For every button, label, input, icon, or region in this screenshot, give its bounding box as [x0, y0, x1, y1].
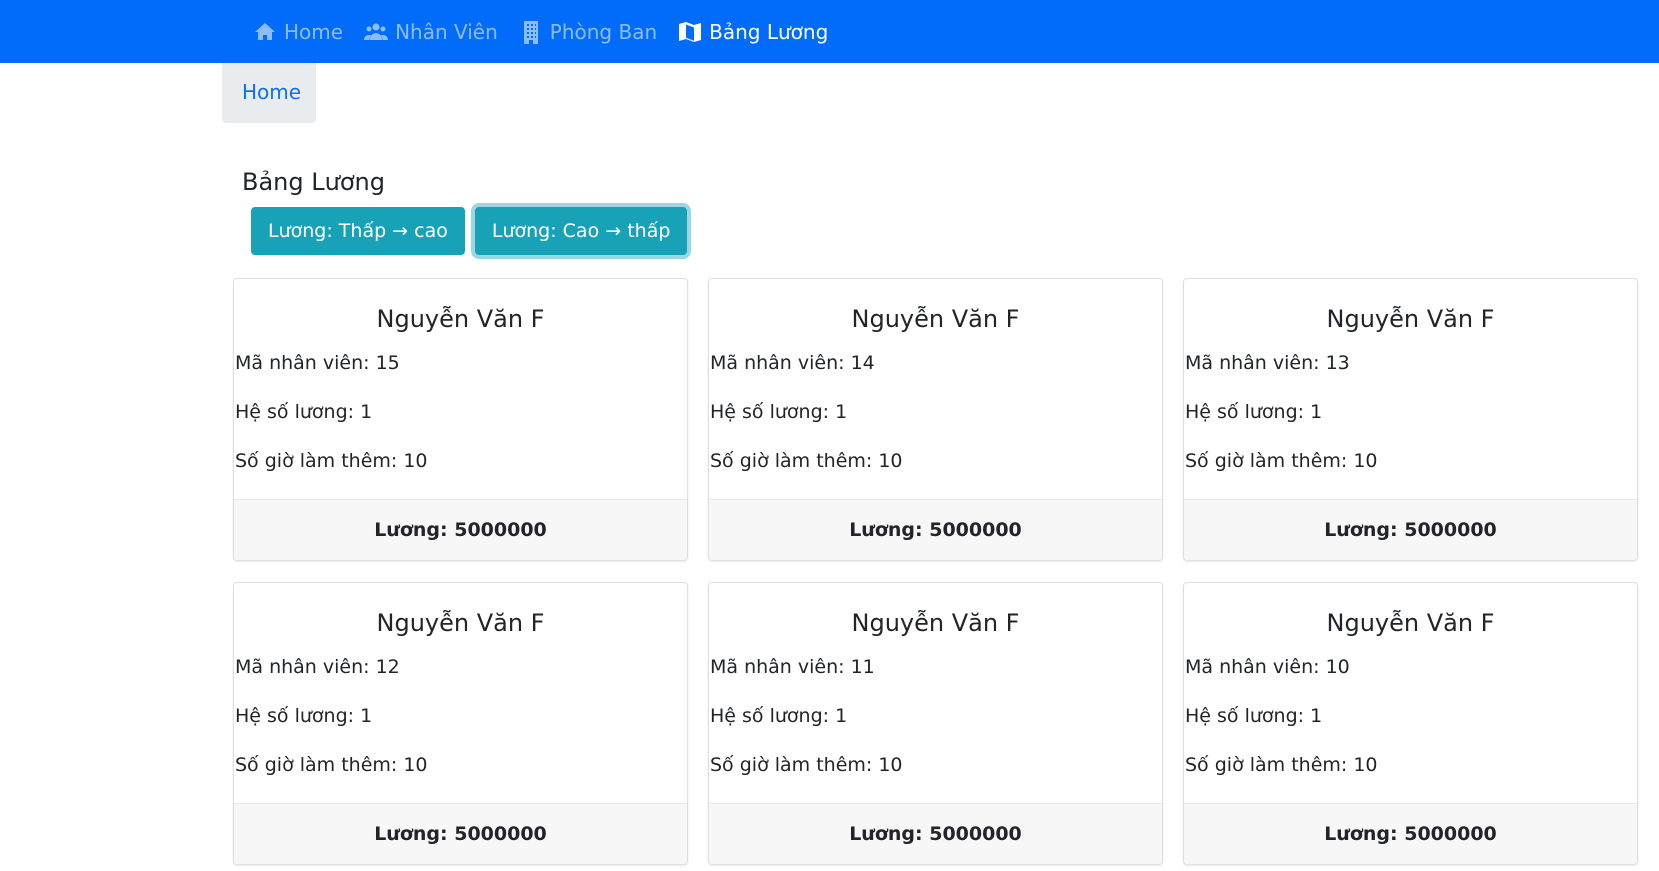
sort-salary-descending-button[interactable]: Lương: Cao → thấp: [474, 207, 688, 255]
employee-name: Nguyễn Văn F: [376, 305, 545, 333]
salary-coefficient: Hệ số lương: 1: [235, 401, 373, 424]
nav-item-label: Phòng Ban: [549, 19, 658, 44]
sort-salary-ascending-button[interactable]: Lương: Thấp → cao: [251, 207, 465, 255]
nav-item-label: Nhân Viên: [395, 19, 498, 44]
salary-total: Lương: 5000000: [1184, 803, 1637, 864]
nav-item-label: Bảng Lương: [709, 19, 829, 44]
nav-item-home[interactable]: Home: [252, 19, 343, 45]
salary-coefficient: Hệ số lương: 1: [1185, 705, 1323, 728]
salary-card: Nguyễn Văn F Mã nhân viên: 12 Hệ số lươn…: [233, 582, 688, 865]
salary-card: Nguyễn Văn F Mã nhân viên: 10 Hệ số lươn…: [1183, 582, 1638, 865]
overtime-hours: Số giờ làm thêm: 10: [710, 450, 903, 473]
salary-total: Lương: 5000000: [709, 803, 1162, 864]
breadcrumb-bar: Home: [222, 63, 316, 123]
employee-name: Nguyễn Văn F: [376, 609, 545, 637]
nav-item-salary[interactable]: Bảng Lương: [677, 19, 828, 45]
salary-coefficient: Hệ số lương: 1: [1185, 401, 1323, 424]
salary-total: Lương: 5000000: [709, 499, 1162, 560]
salary-coefficient: Hệ số lương: 1: [710, 705, 848, 728]
nav-item-employees[interactable]: Nhân Viên: [363, 19, 498, 45]
overtime-hours: Số giờ làm thêm: 10: [235, 754, 428, 777]
map-icon: [677, 19, 703, 45]
employee-id: Mã nhân viên: 14: [710, 352, 875, 375]
salary-coefficient: Hệ số lương: 1: [710, 401, 848, 424]
employee-name: Nguyễn Văn F: [851, 609, 1020, 637]
salary-card: Nguyễn Văn F Mã nhân viên: 14 Hệ số lươn…: [708, 278, 1163, 561]
employee-name: Nguyễn Văn F: [1326, 305, 1495, 333]
employee-id: Mã nhân viên: 11: [710, 656, 875, 679]
page-title: Bảng Lương: [242, 168, 385, 196]
overtime-hours: Số giờ làm thêm: 10: [710, 754, 903, 777]
employee-name: Nguyễn Văn F: [1326, 609, 1495, 637]
overtime-hours: Số giờ làm thêm: 10: [1185, 450, 1378, 473]
salary-total: Lương: 5000000: [234, 499, 687, 560]
salary-card: Nguyễn Văn F Mã nhân viên: 11 Hệ số lươn…: [708, 582, 1163, 865]
employee-id: Mã nhân viên: 10: [1185, 656, 1350, 679]
nav-item-departments[interactable]: Phòng Ban: [518, 19, 657, 45]
salary-card-grid: Nguyễn Văn F Mã nhân viên: 15 Hệ số lươn…: [233, 278, 1638, 865]
users-icon: [363, 19, 389, 45]
salary-total: Lương: 5000000: [234, 803, 687, 864]
building-icon: [518, 19, 544, 45]
sort-button-group: Lương: Thấp → cao Lương: Cao → thấp: [251, 207, 688, 255]
salary-card: Nguyễn Văn F Mã nhân viên: 15 Hệ số lươn…: [233, 278, 688, 561]
breadcrumb: Home: [0, 63, 1659, 123]
home-icon: [252, 19, 278, 45]
employee-id: Mã nhân viên: 12: [235, 656, 400, 679]
top-navbar: Home Nhân Viên Phòng Ban Bảng Lương: [0, 0, 1659, 63]
employee-id: Mã nhân viên: 15: [235, 352, 400, 375]
salary-total: Lương: 5000000: [1184, 499, 1637, 560]
salary-card: Nguyễn Văn F Mã nhân viên: 13 Hệ số lươn…: [1183, 278, 1638, 561]
salary-coefficient: Hệ số lương: 1: [235, 705, 373, 728]
overtime-hours: Số giờ làm thêm: 10: [235, 450, 428, 473]
breadcrumb-home-link[interactable]: Home: [242, 80, 301, 104]
employee-id: Mã nhân viên: 13: [1185, 352, 1350, 375]
overtime-hours: Số giờ làm thêm: 10: [1185, 754, 1378, 777]
nav-item-label: Home: [284, 19, 344, 44]
employee-name: Nguyễn Văn F: [851, 305, 1020, 333]
